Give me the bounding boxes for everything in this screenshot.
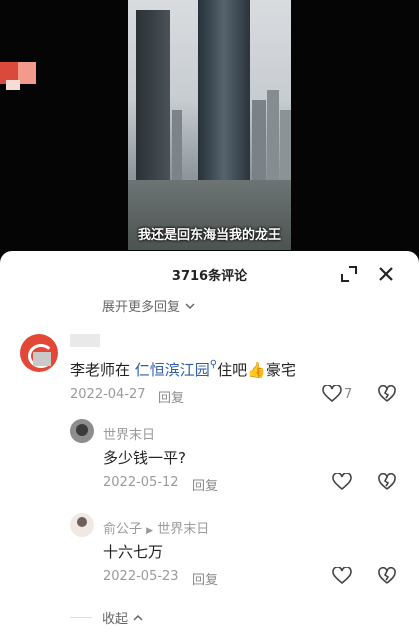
chevron-down-icon: [185, 302, 195, 309]
avatar-face: [77, 517, 87, 527]
video-player[interactable]: 我还是回东海当我的龙王: [128, 0, 291, 250]
play-arrow-icon: ▶: [146, 526, 154, 536]
comment-text-prefix: 李老师在: [70, 361, 135, 379]
reply-button[interactable]: 回复: [192, 475, 218, 494]
avatar-blur: [33, 352, 51, 366]
reply-button[interactable]: 回复: [158, 387, 184, 406]
author-avatar[interactable]: [0, 62, 36, 90]
avatar-blur: [6, 80, 20, 90]
reply-text: 多少钱一平?: [103, 449, 186, 467]
reply-username[interactable]: 世界末日: [103, 424, 155, 443]
video-area[interactable]: 我还是回东海当我的龙王: [0, 0, 419, 262]
collapse-label: 收起: [102, 612, 129, 627]
expand-more-replies[interactable]: 展开更多回复: [102, 296, 196, 315]
thumbs-up-emoji: 👍: [247, 361, 266, 379]
video-caption: 我还是回东海当我的龙王: [137, 228, 281, 243]
comment-text: 李老师在 仁恒滨江园⚲住吧👍豪宅: [70, 359, 296, 380]
comment-text-suffix: 住吧: [217, 361, 248, 379]
avatar-blur: [18, 62, 36, 84]
like-count: 7: [344, 387, 353, 402]
heart-icon[interactable]: [322, 385, 342, 403]
expand-icon[interactable]: [340, 265, 358, 283]
comments-sheet: 3716条评论 展开更多回复 李老师在 仁恒滨江园⚲住吧👍豪宅 2022-04-…: [0, 251, 419, 640]
reply-date: 2022-05-23: [103, 569, 179, 584]
divider: [70, 617, 92, 618]
broken-heart-icon[interactable]: [378, 567, 396, 585]
expand-more-label: 展开更多回复: [102, 300, 181, 315]
reply-username[interactable]: 俞公子: [103, 522, 142, 537]
avatar-face: [76, 424, 88, 436]
collapse-replies[interactable]: 收起: [102, 608, 144, 627]
reply-to-username[interactable]: 世界末日: [157, 522, 209, 537]
username-blur: [70, 334, 100, 347]
broken-heart-icon[interactable]: [378, 473, 396, 491]
comment-text-end: 豪宅: [265, 361, 296, 379]
reply-text: 十六七万: [103, 543, 164, 561]
chevron-up-icon: [133, 614, 143, 621]
avatar[interactable]: [70, 419, 94, 443]
avatar[interactable]: [70, 513, 94, 537]
comment-date: 2022-04-27: [70, 387, 146, 402]
heart-icon[interactable]: [332, 473, 352, 491]
reply-header: 俞公子 ▶ 世界末日: [103, 518, 209, 537]
close-icon[interactable]: [377, 265, 395, 283]
location-link[interactable]: 仁恒滨江园: [135, 361, 210, 379]
heart-icon[interactable]: [332, 567, 352, 585]
broken-heart-icon[interactable]: [378, 385, 396, 403]
reply-date: 2022-05-12: [103, 475, 179, 490]
reply-button[interactable]: 回复: [192, 569, 218, 588]
